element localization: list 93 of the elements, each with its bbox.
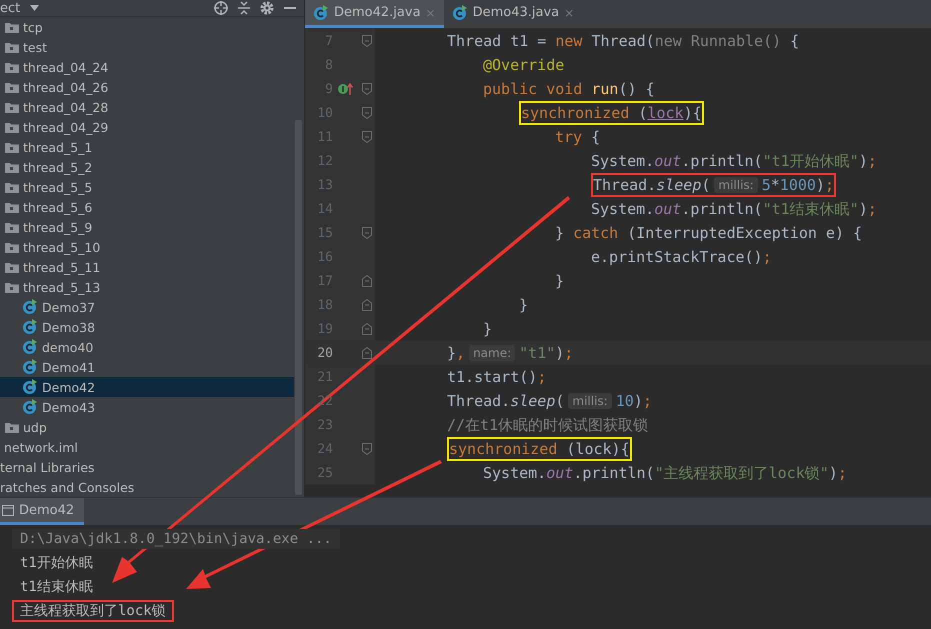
tree-item[interactable]: thread_5_9 xyxy=(0,217,294,237)
collapse-icon[interactable] xyxy=(238,1,250,15)
class-icon xyxy=(22,379,38,395)
folder-icon xyxy=(5,242,19,252)
code-text: System.out.println("t1结束休眠"); xyxy=(590,200,877,218)
class-icon xyxy=(22,339,38,355)
folder-icon xyxy=(5,62,19,72)
tree-item[interactable]: demo40 xyxy=(0,337,294,357)
tree-item[interactable]: thread_5_2 xyxy=(0,157,294,177)
folder-icon xyxy=(5,282,19,292)
fold-icon[interactable] xyxy=(362,299,372,311)
folder-icon xyxy=(5,42,19,52)
class-icon xyxy=(22,359,38,375)
folder-icon xyxy=(5,422,19,432)
class-icon xyxy=(22,319,38,335)
tree-item[interactable]: thread_04_26 xyxy=(0,77,294,97)
code-text: @Override xyxy=(482,56,564,74)
tree-item[interactable]: network.iml xyxy=(0,437,294,457)
code-text: e.printStackTrace(); xyxy=(590,248,772,266)
tree-item[interactable]: thread_04_29 xyxy=(0,117,294,137)
class-icon xyxy=(22,299,38,315)
folder-icon xyxy=(5,162,19,172)
highlight-frame: Thread.sleep( millis: 5*1000); xyxy=(591,173,836,197)
highlight-frame: synchronized (lock){ xyxy=(447,437,632,461)
code-text: } xyxy=(554,272,564,290)
folder-icon xyxy=(5,202,19,212)
tree-item[interactable]: tcp xyxy=(0,17,294,37)
scrollbar[interactable] xyxy=(295,120,302,495)
fold-icon[interactable] xyxy=(362,323,372,335)
code-text: try { xyxy=(554,128,600,146)
override-icon[interactable] xyxy=(338,83,354,95)
tree-item[interactable]: ratches and Consoles xyxy=(0,477,294,497)
folder-icon xyxy=(5,262,19,272)
tree-item[interactable]: Demo38 xyxy=(0,317,294,337)
code-text: t1.start(); xyxy=(446,368,546,386)
folder-icon xyxy=(5,82,19,92)
tree-item[interactable]: thread_5_11 xyxy=(0,257,294,277)
console-icon xyxy=(2,504,14,516)
class-icon xyxy=(22,399,38,415)
class-icon xyxy=(452,4,468,20)
fold-icon[interactable] xyxy=(362,275,372,287)
tree-item[interactable]: thread_5_1 xyxy=(0,137,294,157)
tree-item[interactable]: Demo43 xyxy=(0,397,294,417)
fold-icon[interactable] xyxy=(362,347,372,359)
editor-tab[interactable]: Demo42.java × xyxy=(305,0,444,28)
code-text: Thread t1 = new Thread(new Runnable() { xyxy=(446,32,800,50)
console-line: t1结束休眠 xyxy=(19,578,94,597)
tree-item[interactable]: thread_5_6 xyxy=(0,197,294,217)
editor-tab[interactable]: Demo43.java × xyxy=(444,0,582,28)
tree-item[interactable]: Demo41 xyxy=(0,357,294,377)
tree-item[interactable]: ternal Libraries xyxy=(0,457,294,477)
tree-item[interactable]: thread_5_13 xyxy=(0,277,294,297)
folder-icon xyxy=(5,102,19,112)
fold-icon[interactable] xyxy=(362,83,372,95)
run-tab[interactable]: Demo42 xyxy=(0,498,84,525)
code-text: System.out.println("t1开始休眠"); xyxy=(590,152,877,170)
code-text: System.out.println("主线程获取到了lock锁"); xyxy=(482,464,847,482)
code-text: }, name: "t1"); xyxy=(446,344,574,362)
class-icon xyxy=(313,4,329,20)
fold-icon[interactable] xyxy=(362,107,372,119)
tree-item[interactable]: udp xyxy=(0,417,294,437)
fold-icon[interactable] xyxy=(362,227,372,239)
tree-item[interactable]: thread_04_28 xyxy=(0,97,294,117)
parameter-hint: millis: xyxy=(568,393,612,409)
folder-icon xyxy=(5,122,19,132)
tree-item[interactable]: Demo42 xyxy=(0,377,294,397)
folder-icon xyxy=(5,22,19,32)
code-text: //在t1休眠的时候试图获取锁 xyxy=(446,416,648,434)
console-line: t1开始休眠 xyxy=(19,554,94,573)
code-text: } catch (InterruptedException e) { xyxy=(554,224,862,242)
code-text: Thread.sleep( millis: 10); xyxy=(446,392,652,410)
crosshair-icon[interactable] xyxy=(214,1,228,15)
folder-icon xyxy=(5,182,19,192)
tree-item[interactable]: Demo37 xyxy=(0,297,294,317)
folder-icon xyxy=(5,222,19,232)
parameter-hint: name: xyxy=(469,345,516,361)
caret-icon[interactable] xyxy=(30,5,40,11)
line-number: 20 xyxy=(316,346,333,360)
tree-item[interactable]: thread_5_10 xyxy=(0,237,294,257)
fold-icon[interactable] xyxy=(362,131,372,143)
code-text: } xyxy=(482,320,492,338)
highlight-frame: synchronized (lock){ xyxy=(519,101,704,125)
fold-icon[interactable] xyxy=(362,35,372,47)
tree-item[interactable]: test xyxy=(0,37,294,57)
code-text: } xyxy=(518,296,528,314)
panel-title[interactable]: ect xyxy=(0,0,20,16)
settings-icon[interactable] xyxy=(260,1,274,15)
tree-item[interactable]: thread_5_5 xyxy=(0,177,294,197)
code-text: public void run() { xyxy=(482,80,655,98)
tree-item[interactable]: thread_04_24 xyxy=(0,57,294,77)
folder-icon xyxy=(5,142,19,152)
fold-icon[interactable] xyxy=(362,443,372,455)
parameter-hint: millis: xyxy=(714,177,758,193)
